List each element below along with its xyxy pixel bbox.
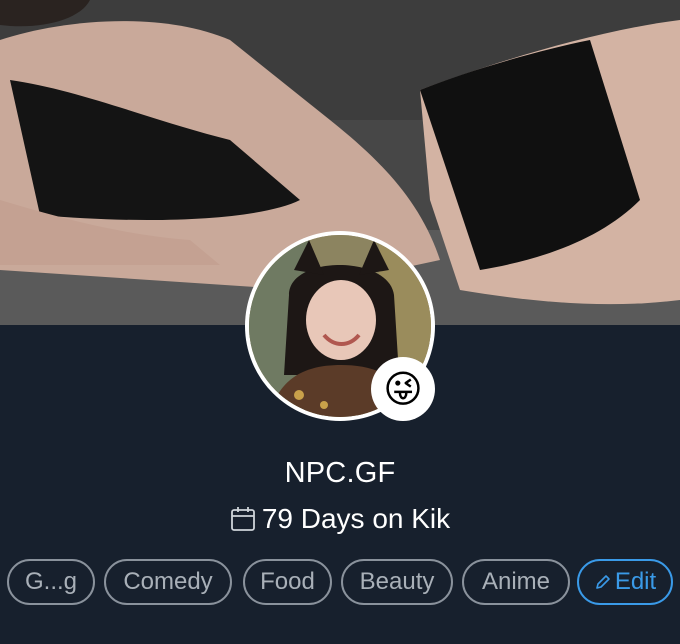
tag-comedy[interactable]: Comedy [104, 559, 232, 605]
profile-screen: 😜 NPC.GF 79 Days on Kik G...g Comedy Foo… [0, 0, 680, 644]
calendar-icon [230, 507, 255, 531]
edit-interests-button[interactable]: Edit [577, 559, 673, 605]
tag-interest-1[interactable]: G...g [7, 559, 95, 605]
tag-label: G...g [24, 568, 78, 595]
tag-label: Beauty [359, 568, 435, 595]
tag-label: Comedy [123, 568, 213, 595]
status-emoji-badge: 😜 [371, 357, 435, 421]
tag-food[interactable]: Food [243, 559, 332, 605]
tag-beauty[interactable]: Beauty [341, 559, 453, 605]
display-name: NPC.GF [284, 457, 396, 489]
winking-tongue-emoji-icon: 😜 [383, 367, 423, 411]
pencil-icon [596, 575, 610, 589]
tag-label: Food [260, 568, 315, 595]
edit-label: Edit [614, 568, 657, 595]
days-on-kik: 79 Days on Kik [0, 503, 680, 535]
days-label: 79 Days on Kik [261, 503, 451, 534]
tag-label: Anime [481, 568, 551, 595]
tag-anime[interactable]: Anime [462, 559, 570, 605]
